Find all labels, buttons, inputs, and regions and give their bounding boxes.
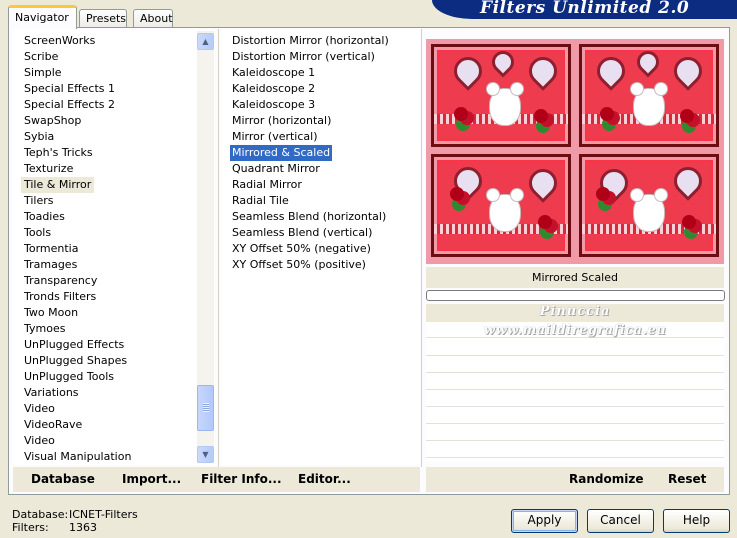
randomize-button[interactable]: Randomize <box>569 472 643 486</box>
category-item[interactable]: Tormentia <box>21 241 81 257</box>
divider <box>218 29 219 467</box>
grip-icon <box>203 403 209 412</box>
category-item[interactable]: Sybia <box>21 129 57 145</box>
category-item[interactable]: Video <box>21 401 58 417</box>
filter-item[interactable]: Mirror (horizontal) <box>230 113 333 129</box>
parameter-row <box>426 391 724 407</box>
filter-item[interactable]: Radial Mirror <box>230 177 304 193</box>
scroll-up-button[interactable]: ▲ <box>197 33 214 50</box>
editor-button[interactable]: Editor... <box>298 472 351 486</box>
help-button[interactable]: Help <box>663 509 730 533</box>
category-item[interactable]: Tronds Filters <box>21 289 99 305</box>
preview-tile <box>579 44 719 147</box>
database-status: Database: ICNET-Filters <box>12 508 138 521</box>
preview-tile <box>431 44 571 147</box>
preview-caption: Mirrored Scaled <box>426 267 724 288</box>
filter-item[interactable]: Radial Tile <box>230 193 291 209</box>
filter-item[interactable]: Distortion Mirror (vertical) <box>230 49 377 65</box>
chevron-down-icon: ▼ <box>202 450 209 459</box>
database-label: Database: <box>12 508 69 521</box>
preview-tile <box>579 154 719 257</box>
filters-status: Filters: 1363 <box>12 521 97 534</box>
filter-item[interactable]: Seamless Blend (horizontal) <box>230 209 388 225</box>
tab-navigator[interactable]: Navigator <box>8 5 77 29</box>
parameter-row <box>426 442 724 458</box>
database-button[interactable]: Database <box>31 472 95 486</box>
app-banner: Filters Unlimited 2.0 <box>432 0 737 19</box>
category-item[interactable]: Scribe <box>21 49 61 65</box>
category-list[interactable]: ScreenWorks Scribe Simple Special Effects 1… <box>13 29 215 465</box>
category-item[interactable]: Transparency <box>21 273 100 289</box>
divider <box>421 29 422 467</box>
watermark-url: www.maildiregrafica.eu <box>483 323 667 338</box>
filter-info-button[interactable]: Filter Info... <box>201 472 282 486</box>
progress-bar <box>426 290 725 301</box>
category-item[interactable]: Tools <box>21 225 54 241</box>
category-item[interactable]: Teph's Tricks <box>21 145 96 161</box>
chevron-up-icon: ▲ <box>202 37 209 46</box>
filter-item[interactable]: Mirror (vertical) <box>230 129 320 145</box>
category-item[interactable]: UnPlugged Effects <box>21 337 127 353</box>
filters-label: Filters: <box>12 521 49 534</box>
filters-count: 1363 <box>69 521 97 534</box>
filter-item[interactable]: Distortion Mirror (horizontal) <box>230 33 391 49</box>
category-item[interactable]: Video <box>21 433 58 449</box>
filter-item[interactable]: XY Offset 50% (negative) <box>230 241 373 257</box>
filter-item[interactable]: Mirrored & Scaled <box>230 145 333 161</box>
parameter-row <box>426 408 724 424</box>
category-scrollbar[interactable]: ▲ ▼ <box>197 31 214 463</box>
category-item[interactable]: Special Effects 1 <box>21 81 118 97</box>
category-item[interactable]: Tilers <box>21 193 57 209</box>
filter-list[interactable]: Distortion Mirror (horizontal) Distortion… <box>222 29 420 465</box>
parameter-row <box>426 374 724 390</box>
parameter-panel: Pinuccia www.maildiregrafica.eu <box>426 304 724 462</box>
category-item[interactable]: Simple <box>21 65 65 81</box>
category-item[interactable]: Two Moon <box>21 305 81 321</box>
preview-image <box>426 39 724 264</box>
parameter-row <box>426 340 724 356</box>
parameter-row <box>426 357 724 373</box>
category-item[interactable]: Tramages <box>21 257 80 273</box>
category-item[interactable]: VideoRave <box>21 417 85 433</box>
category-item[interactable]: Tile & Mirror <box>21 177 95 193</box>
preview-toolbar: Randomize Reset <box>426 467 724 492</box>
category-item[interactable]: ScreenWorks <box>21 33 98 49</box>
list-toolbar: Database Import... Filter Info... Editor… <box>13 467 420 492</box>
tab-about[interactable]: About <box>133 9 173 28</box>
preview-tile <box>431 154 571 257</box>
parameter-row <box>426 425 724 441</box>
reset-button[interactable]: Reset <box>668 472 706 486</box>
category-item[interactable]: UnPlugged Tools <box>21 369 117 385</box>
category-item[interactable]: SwapShop <box>21 113 84 129</box>
filter-item[interactable]: Kaleidoscope 3 <box>230 97 317 113</box>
database-value: ICNET-Filters <box>69 508 138 521</box>
filter-item[interactable]: Seamless Blend (vertical) <box>230 225 374 241</box>
category-item[interactable]: Visual Manipulation <box>21 449 134 465</box>
filter-item[interactable]: Quadrant Mirror <box>230 161 322 177</box>
apply-button[interactable]: Apply <box>511 509 578 533</box>
category-item[interactable]: Texturize <box>21 161 76 177</box>
watermark-name: Pinuccia <box>539 304 611 319</box>
filter-item[interactable]: Kaleidoscope 2 <box>230 81 317 97</box>
category-item[interactable]: Tymoes <box>21 321 68 337</box>
filter-item[interactable]: XY Offset 50% (positive) <box>230 257 368 273</box>
category-item[interactable]: UnPlugged Shapes <box>21 353 130 369</box>
app-title: Filters Unlimited 2.0 <box>480 0 690 18</box>
tab-presets[interactable]: Presets <box>79 9 127 28</box>
filter-item[interactable]: Kaleidoscope 1 <box>230 65 317 81</box>
category-item[interactable]: Toadies <box>21 209 68 225</box>
scroll-thumb[interactable] <box>197 385 214 431</box>
scroll-down-button[interactable]: ▼ <box>197 446 214 463</box>
category-item[interactable]: Special Effects 2 <box>21 97 118 113</box>
cancel-button[interactable]: Cancel <box>587 509 654 533</box>
category-item[interactable]: Variations <box>21 385 82 401</box>
import-button[interactable]: Import... <box>122 472 181 486</box>
